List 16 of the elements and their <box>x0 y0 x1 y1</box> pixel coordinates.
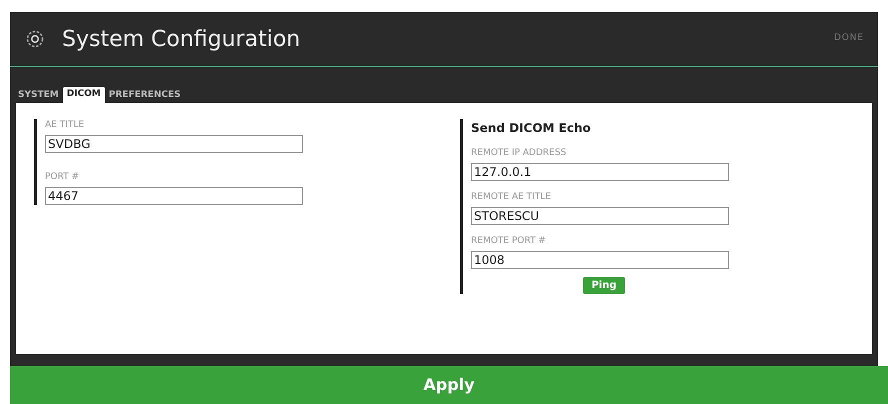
tab[interactable]: PREFERENCES <box>106 89 183 103</box>
input-field[interactable]: SVDBG <box>45 135 303 153</box>
field-label: REMOTE IP ADDRESS <box>471 147 568 159</box>
field-label: AE TITLE <box>45 119 86 131</box>
window-title: System Configuration <box>62 26 300 54</box>
input-field[interactable]: 1008 <box>471 251 729 269</box>
field-label: REMOTE AE TITLE <box>471 191 552 203</box>
input-field[interactable]: 4467 <box>45 187 303 205</box>
tab[interactable]: DICOM <box>62 87 105 103</box>
input-field[interactable]: STORESCU <box>471 207 729 225</box>
section-heading: Send DICOM Echo <box>471 120 592 137</box>
field-label: REMOTE PORT # <box>471 235 547 247</box>
settings-icon <box>24 28 46 50</box>
tab[interactable]: SYSTEM <box>16 89 61 103</box>
input-field[interactable]: 127.0.0.1 <box>471 163 729 181</box>
field-label: PORT # <box>45 171 80 183</box>
